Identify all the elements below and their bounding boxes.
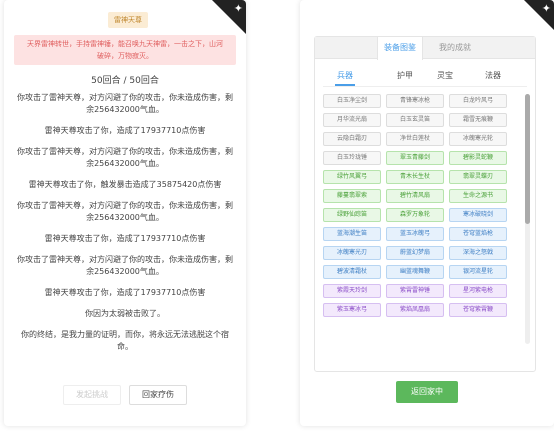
item-row: 云隐白霜刃 净世白莲杖 冰魄寒光轮	[323, 132, 519, 146]
gift-icon: ✦	[233, 2, 243, 15]
equipment-item[interactable]: 青木长生杖	[386, 170, 444, 184]
equipment-item[interactable]: 生命之源书	[449, 189, 507, 203]
equipment-item[interactable]: 紫玉寒冰弓	[323, 303, 381, 317]
equipment-item[interactable]: 银河流星轮	[449, 265, 507, 279]
equipment-item[interactable]: 森罗万象轮	[386, 208, 444, 222]
log-entry: 你的终结，是我力量的证明，而你，将永远无法逃脱这个宿命。	[21, 330, 229, 351]
gift-icon: ✦	[541, 2, 551, 15]
catalog-tabs: 装备图鉴 我的成就	[315, 37, 535, 60]
equipment-item[interactable]: 月华流光扇	[323, 113, 381, 127]
equipment-item[interactable]: 紫霄雷神锤	[386, 284, 444, 298]
item-row: 绿竹风翼弓 青木长生杖 翡翠灵蝶刃	[323, 170, 519, 184]
equipment-item[interactable]: 深海之怒戟	[449, 246, 507, 260]
equipment-item[interactable]: 绿竹风翼弓	[323, 170, 381, 184]
equipment-item[interactable]: 紫霞天玲剑	[323, 284, 381, 298]
item-row: 蓝海潮生笛 蓝玉冰魄弓 苍穹蓝焰枪	[323, 227, 519, 241]
equipment-item[interactable]: 藤蔓翡翠索	[323, 189, 381, 203]
equipment-item[interactable]: 苍穹紫霄鞭	[449, 303, 507, 317]
battle-log: 你攻击了雷神天尊，对方闪避了你的攻击，你未造成伤害，剩余256432000气血。…	[14, 92, 236, 362]
tab-my-achievements[interactable]: 我的成就	[433, 37, 477, 59]
log-entry: 雷神天尊攻击了你，造成了17937710点伤害	[44, 234, 206, 243]
equipment-item[interactable]: 冰魄寒光轮	[449, 132, 507, 146]
tab-armor[interactable]: 护甲	[397, 70, 413, 81]
equipment-item[interactable]: 绿野仙踪笛	[323, 208, 381, 222]
equipment-item[interactable]: 紫焰凤凰扇	[386, 303, 444, 317]
equipment-item[interactable]: 碧竹清风扇	[386, 189, 444, 203]
item-row: 藤蔓翡翠索 碧竹清风扇 生命之源书	[323, 189, 519, 203]
tab-weapons[interactable]: 兵器	[337, 70, 353, 81]
item-row: 紫玉寒冰弓 紫焰凤凰扇 苍穹紫霄鞭	[323, 303, 519, 317]
equipment-item[interactable]: 翠玉青藤剑	[386, 151, 444, 165]
equipment-item[interactable]: 蓝玉冰魄弓	[386, 227, 444, 241]
log-entry: 雷神天尊攻击了你，造成了17937710点伤害	[44, 126, 206, 135]
tab-spirit-treasure[interactable]: 灵宝	[437, 70, 453, 81]
equipment-item[interactable]: 蔚蓝幻梦扇	[386, 246, 444, 260]
equipment-item[interactable]: 青锋寒冰枪	[386, 94, 444, 108]
equipment-item[interactable]: 白玉玲珑锤	[323, 151, 381, 165]
item-row: 冰魄寒光刃 蔚蓝幻梦扇 深海之怒戟	[323, 246, 519, 260]
challenge-button[interactable]: 发起挑战	[63, 385, 121, 405]
item-row: 月华流光扇 白玉玄灵笛 霜雪无痕鞭	[323, 113, 519, 127]
equipment-item[interactable]: 霜雪无痕鞭	[449, 113, 507, 127]
tab-magic-artifact[interactable]: 法器	[485, 70, 501, 81]
equipment-item[interactable]: 冰魄寒光刃	[323, 246, 381, 260]
equipment-item[interactable]: 净世白莲杖	[386, 132, 444, 146]
equipment-item[interactable]: 碧影灵蛇鞭	[449, 151, 507, 165]
equipment-item[interactable]: 幽蓝魂舞鞭	[386, 265, 444, 279]
equipment-catalog: 装备图鉴 我的成就 兵器 护甲 灵宝 法器 白玉净尘剑 青锋寒冰枪 白龙吟风弓 月华流…	[314, 36, 536, 372]
equipment-item[interactable]: 白龙吟风弓	[449, 94, 507, 108]
log-entry: 你攻击了雷神天尊，对方闪避了你的攻击，你未造成伤害，剩余256432000气血。	[17, 255, 233, 276]
tab-equipment-catalog[interactable]: 装备图鉴	[377, 37, 423, 60]
equipment-item[interactable]: 白玉玄灵笛	[386, 113, 444, 127]
log-entry: 你攻击了雷神天尊，对方闪避了你的攻击，你未造成伤害，剩余256432000气血。	[17, 93, 233, 114]
boss-name-badge: 雷神天尊	[108, 12, 148, 28]
item-row: 白玉玲珑锤 翠玉青藤剑 碧影灵蛇鞭	[323, 151, 519, 165]
item-row: 碧波清霜杖 幽蓝魂舞鞭 银河流星轮	[323, 265, 519, 279]
equipment-item[interactable]: 碧波清霜杖	[323, 265, 381, 279]
equipment-item[interactable]: 翡翠灵蝶刃	[449, 170, 507, 184]
equipment-item[interactable]: 苍穹蓝焰枪	[449, 227, 507, 241]
log-entry: 雷神天尊攻击了你，造成了17937710点伤害	[44, 288, 206, 297]
scrollbar[interactable]	[525, 94, 530, 344]
item-row: 紫霞天玲剑 紫霄雷神锤 星河紫电枪	[323, 284, 519, 298]
log-entry: 雷神天尊攻击了你，触发暴击造成了35875420点伤害	[28, 180, 222, 189]
equipment-item[interactable]: 寒冰破晓剑	[449, 208, 507, 222]
equipment-item[interactable]: 云隐白霜刃	[323, 132, 381, 146]
battle-panel: ✦ 雷神天尊 天界雷神转世，手持雷神锤，能召唤九天神雷，一击之下，山河破碎，万物…	[4, 0, 246, 426]
battle-actions: 发起挑战 回家疗伤	[4, 385, 246, 405]
item-row: 白玉净尘剑 青锋寒冰枪 白龙吟风弓	[323, 94, 519, 108]
equipment-item[interactable]: 星河紫电枪	[449, 284, 507, 298]
divider	[323, 86, 527, 87]
item-grid: 白玉净尘剑 青锋寒冰枪 白龙吟风弓 月华流光扇 白玉玄灵笛 霜雪无痕鞭 云隐白霜刃 净世白莲杖…	[323, 94, 519, 322]
round-counter: 50回合 / 50回合	[91, 76, 159, 86]
log-entry: 你因为太弱被击败了。	[85, 309, 165, 318]
equipment-item[interactable]: 白玉净尘剑	[323, 94, 381, 108]
boss-description: 天界雷神转世，手持雷神锤，能召唤九天神雷，一击之下，山河破碎，万物寂灭。	[14, 35, 236, 65]
equipment-panel: ✦ 装备图鉴 我的成就 兵器 护甲 灵宝 法器 白玉净尘剑 青锋寒冰枪 白龙吟风弓月…	[300, 0, 554, 426]
heal-button[interactable]: 回家疗伤	[129, 385, 187, 405]
item-row: 绿野仙踪笛 森罗万象轮 寒冰破晓剑	[323, 208, 519, 222]
scrollbar-thumb[interactable]	[525, 94, 530, 224]
log-entry: 你攻击了雷神天尊，对方闪避了你的攻击，你未造成伤害，剩余256432000气血。	[17, 147, 233, 168]
log-entry: 你攻击了雷神天尊，对方闪避了你的攻击，你未造成伤害，剩余256432000气血。	[17, 201, 233, 222]
equipment-item[interactable]: 蓝海潮生笛	[323, 227, 381, 241]
return-home-button[interactable]: 返回家中	[396, 381, 458, 403]
